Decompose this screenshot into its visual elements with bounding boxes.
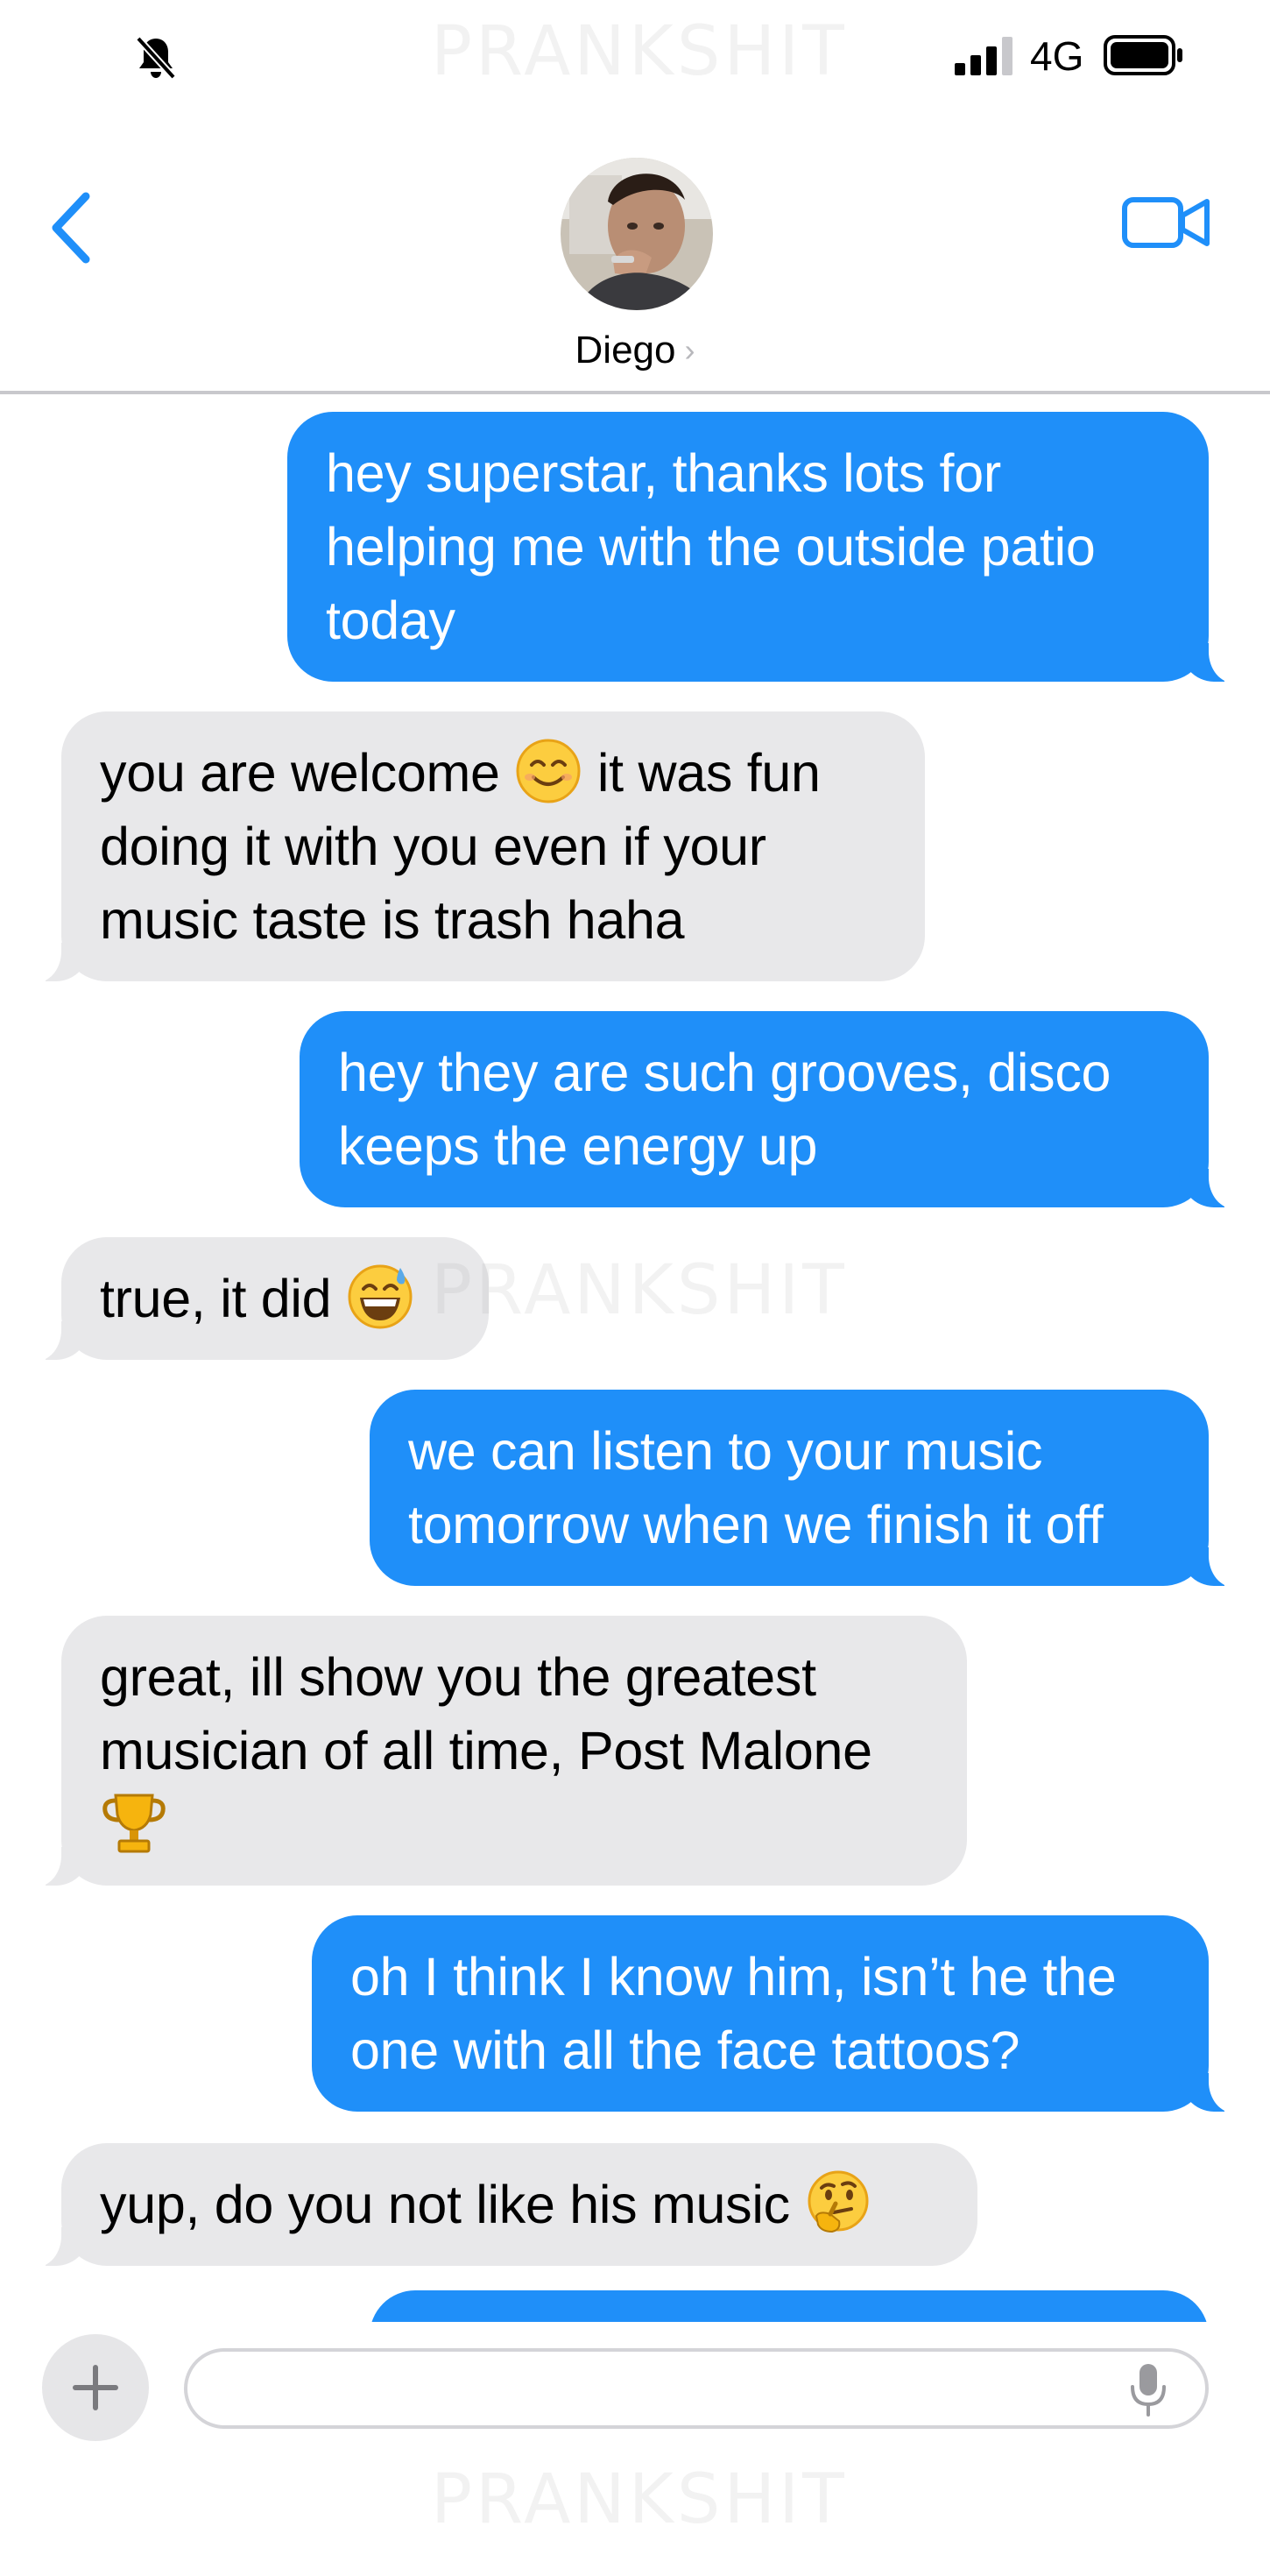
message-line: today: [326, 591, 455, 650]
message-bubble-sent[interactable]: we can listen to your music tomorrow whe…: [370, 1390, 1245, 1588]
contact-name: Diego: [575, 329, 676, 372]
message-line: one with all the face tattoos?: [350, 2020, 1020, 2080]
message-line: we can listen to your music: [408, 1421, 1043, 1481]
message-bubble-sent[interactable]: oh I think I know him, isn’t he the one …: [312, 1915, 1245, 2113]
signal-icon: [955, 37, 1012, 75]
message-line: hey they are such grooves, disco: [338, 1043, 1111, 1102]
message-line: musician of all time, Post Malone: [100, 1721, 872, 1780]
message-bubble-sent[interactable]: hey superstar, thanks lots for helping m…: [287, 412, 1245, 683]
contact-name-button[interactable]: Diego ›: [0, 324, 1270, 377]
message-line: hey superstar, thanks lots for: [326, 443, 1001, 503]
watermark: PRANKSHIT: [431, 2460, 848, 2539]
compose-bar: [0, 2322, 1270, 2462]
message-line: keeps the energy up: [338, 1116, 818, 1176]
message-bubble-received[interactable]: yup, do you not like his music: [25, 2143, 977, 2268]
message-text: you are welcome: [100, 743, 500, 803]
message-bubble-received[interactable]: you are welcome it was fun doing it with…: [25, 711, 925, 983]
grinning-sweat-icon: [348, 1264, 413, 1329]
avatar-photo: [561, 158, 713, 310]
message-bubble-sent[interactable]: hey they are such grooves, disco keeps t…: [300, 1011, 1245, 1209]
message-input[interactable]: [184, 2348, 1209, 2429]
message-line: helping me with the outside patio: [326, 517, 1096, 577]
message-text: true, it did: [100, 1269, 332, 1328]
video-call-icon[interactable]: [1121, 189, 1212, 256]
thinking-face-icon: [808, 2170, 869, 2233]
back-chevron-icon[interactable]: [44, 184, 105, 272]
status-bar: 4G: [0, 0, 1270, 114]
message-bubble-received[interactable]: true, it did: [25, 1237, 489, 1362]
message-line: oh I think I know him, isn’t he the: [350, 1947, 1117, 2006]
microphone-icon[interactable]: [1126, 2360, 1170, 2418]
battery-icon: [1104, 35, 1182, 75]
network-type: 4G: [1030, 33, 1084, 79]
avatar[interactable]: [561, 158, 713, 310]
silent-bell-icon: [136, 36, 176, 80]
message-text: it was fun: [596, 743, 821, 803]
message-line: doing it with you even if your: [100, 817, 766, 876]
chevron-right-icon: ›: [684, 332, 695, 368]
message-line: great, ill show you the greatest: [100, 1647, 816, 1707]
add-attachment-button[interactable]: [42, 2334, 149, 2441]
message-line: tomorrow when we finish it off: [408, 1495, 1104, 1554]
smiling-face-icon: [516, 739, 581, 803]
message-line: music taste is trash haha: [100, 890, 685, 950]
trophy-icon: [102, 1794, 166, 1853]
conversation-header: Diego ›: [0, 114, 1270, 394]
message-text: yup, do you not like his music: [100, 2175, 790, 2234]
message-thread[interactable]: hey superstar, thanks lots for helping m…: [0, 394, 1270, 2322]
message-bubble-sent-partial[interactable]: [370, 2290, 1209, 2322]
message-bubble-received[interactable]: great, ill show you the greatest musicia…: [25, 1616, 967, 1887]
plus-icon: [73, 2365, 118, 2410]
